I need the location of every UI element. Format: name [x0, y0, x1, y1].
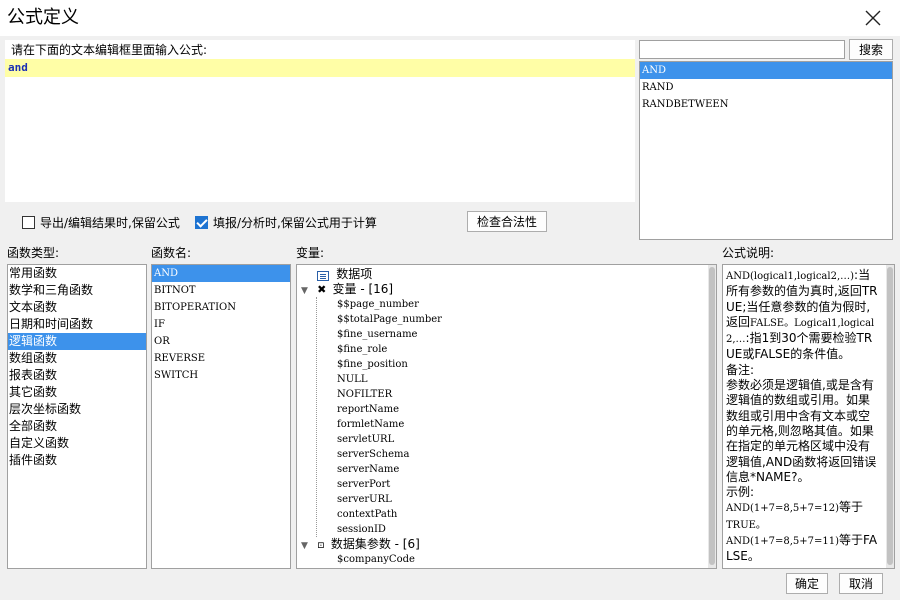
variable-item[interactable]: contextPath	[297, 507, 707, 522]
ok-button[interactable]: 确定	[786, 573, 828, 594]
variable-item[interactable]: serverPort	[297, 477, 707, 492]
window-title: 公式定义	[7, 7, 79, 28]
category-item[interactable]: 自定义函数	[8, 435, 146, 452]
function-item-selected[interactable]: AND	[152, 265, 290, 282]
variable-item[interactable]: serverName	[297, 462, 707, 477]
editor-label: 请在下面的文本编辑框里面输入公式:	[11, 43, 208, 57]
variable-scrollbar[interactable]	[708, 265, 716, 568]
search-input[interactable]	[639, 40, 845, 59]
description-label: 公式说明:	[722, 246, 775, 260]
variable-item[interactable]: serverSchema	[297, 447, 707, 462]
tree-node-data-item[interactable]: 数据项	[297, 267, 707, 282]
category-item-selected[interactable]: 逻辑函数	[8, 333, 146, 350]
checkbox-label: 填报/分析时,保留公式用于计算	[213, 216, 377, 230]
variable-item[interactable]: NOFILTER	[297, 387, 707, 402]
close-icon	[865, 10, 881, 26]
desc-p2: :指1到30个需要检验TRUE或FALSE的条件值。	[726, 331, 873, 362]
editor-current-line	[5, 59, 635, 77]
close-button[interactable]	[858, 4, 888, 32]
variable-item[interactable]: serverURL	[297, 492, 707, 507]
checkbox-checked[interactable]	[195, 216, 208, 229]
scrollbar-thumb[interactable]	[709, 267, 715, 565]
desc-note: 备注:	[726, 362, 755, 377]
categories-label: 函数类型:	[7, 246, 60, 260]
category-item[interactable]: 文本函数	[8, 299, 146, 316]
dataset-param-icon: ⊡	[317, 541, 325, 551]
desc-ex1c: TRUE。	[726, 519, 766, 531]
function-item[interactable]: BITOPERATION	[152, 299, 290, 316]
tree-node-dataset-params[interactable]: ▼ ⊡ 数据集参数 - [6]	[297, 537, 707, 552]
editor-content[interactable]: and	[8, 60, 28, 76]
result-item[interactable]: RAND	[640, 79, 892, 96]
desc-ex1a: AND(1+7=8,5+7=12)	[726, 503, 840, 515]
formula-description: AND(logical1,logical2,…):当所有参数的值为真时,返回TR…	[722, 264, 895, 569]
tree-node-label: 数据项	[336, 267, 373, 281]
variables-label: 变量:	[296, 246, 325, 260]
scrollbar-thumb[interactable]	[887, 267, 893, 565]
category-item[interactable]: 层次坐标函数	[8, 401, 146, 418]
desc-example: 示例:	[726, 485, 755, 500]
category-item[interactable]: 数学和三角函数	[8, 282, 146, 299]
variable-item[interactable]: $fine_role	[297, 342, 707, 357]
result-item[interactable]: RANDBETWEEN	[640, 96, 892, 113]
keep-formula-fill-checkbox[interactable]: 填报/分析时,保留公式用于计算	[195, 214, 377, 231]
variable-item[interactable]: reportName	[297, 402, 707, 417]
data-item-icon	[317, 270, 329, 281]
functions-label: 函数名:	[151, 246, 192, 260]
variable-item[interactable]: servletURL	[297, 432, 707, 447]
desc-ex2a: AND(1+7=8,5+7=11)	[726, 536, 840, 548]
check-validity-button[interactable]: 检查合法性	[467, 211, 547, 232]
title-bar	[0, 0, 900, 36]
category-item[interactable]: 数组函数	[8, 350, 146, 367]
search-results-list: AND RAND RANDBETWEEN	[639, 61, 893, 240]
variable-group-icon: ✖	[317, 283, 327, 296]
chevron-down-icon[interactable]: ▼	[301, 541, 308, 551]
description-text: AND(logical1,logical2,…):当所有参数的值为真时,返回TR…	[726, 268, 878, 565]
desc-ex1b: 等于	[839, 500, 864, 515]
function-item[interactable]: OR	[152, 333, 290, 350]
keep-formula-export-checkbox[interactable]: 导出/编辑结果时,保留公式	[22, 214, 180, 231]
variable-item[interactable]: $$totalPage_number	[297, 312, 707, 327]
result-item[interactable]: AND	[640, 62, 892, 79]
checkbox-label: 导出/编辑结果时,保留公式	[40, 216, 180, 230]
function-list: AND BITNOT BITOPERATION IF OR REVERSE SW…	[151, 264, 291, 569]
chevron-down-icon[interactable]: ▼	[301, 286, 308, 296]
variable-item[interactable]: $fine_username	[297, 327, 707, 342]
category-list: 常用函数 数学和三角函数 文本函数 日期和时间函数 逻辑函数 数组函数 报表函数…	[7, 264, 147, 569]
function-item[interactable]: BITNOT	[152, 282, 290, 299]
category-item[interactable]: 插件函数	[8, 452, 146, 469]
dataset-param-item[interactable]: $companyCode	[297, 552, 707, 567]
variable-item[interactable]: formletName	[297, 417, 707, 432]
variable-item[interactable]: $$page_number	[297, 297, 707, 312]
category-item[interactable]: 常用函数	[8, 265, 146, 282]
category-item[interactable]: 其它函数	[8, 384, 146, 401]
description-scrollbar[interactable]	[886, 265, 894, 568]
category-item[interactable]: 报表函数	[8, 367, 146, 384]
search-button[interactable]: 搜索	[849, 39, 893, 60]
tree-node-label: 变量 - [16]	[332, 282, 394, 296]
category-item[interactable]: 全部函数	[8, 418, 146, 435]
category-item[interactable]: 日期和时间函数	[8, 316, 146, 333]
cancel-button[interactable]: 取消	[839, 573, 883, 594]
function-item[interactable]: SWITCH	[152, 367, 290, 384]
tree-node-variables[interactable]: ▼ ✖ 变量 - [16]	[297, 282, 707, 297]
tree-node-label: 数据集参数 - [6]	[330, 537, 420, 551]
function-item[interactable]: REVERSE	[152, 350, 290, 367]
variable-tree: 数据项 ▼ ✖ 变量 - [16] $$page_number $$totalP…	[296, 264, 717, 569]
variable-item[interactable]: $fine_position	[297, 357, 707, 372]
desc-syntax: AND(logical1,logical2,…)	[726, 271, 855, 282]
variable-item[interactable]: NULL	[297, 372, 707, 387]
variable-item[interactable]: sessionID	[297, 522, 707, 537]
desc-p3: 参数必须是逻辑值,或是含有逻辑值的数组或引用。如果数组或引用中含有文本或空的单元…	[726, 378, 877, 484]
checkbox-unchecked[interactable]	[22, 216, 35, 229]
function-item[interactable]: IF	[152, 316, 290, 333]
